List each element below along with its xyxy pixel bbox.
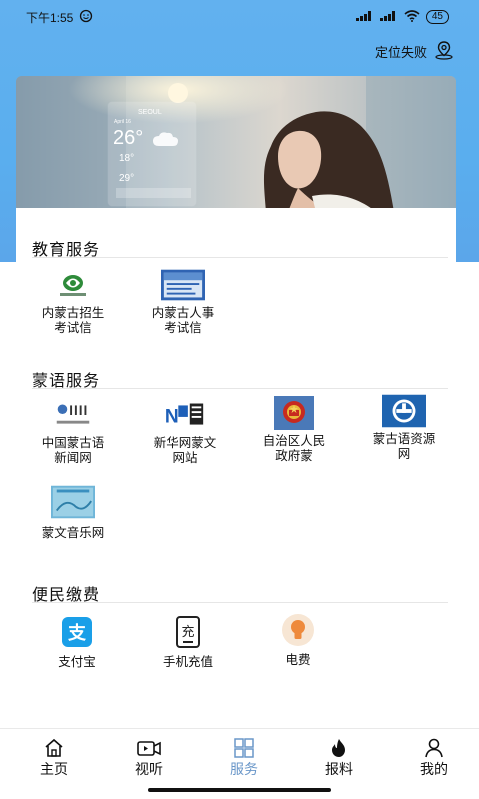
svg-text:充: 充 bbox=[182, 624, 195, 640]
service-label: 内蒙古人事考试信 bbox=[151, 306, 215, 335]
person-icon bbox=[404, 737, 464, 759]
divider bbox=[32, 388, 448, 389]
status-time: 下午1:55 bbox=[26, 10, 74, 25]
mongol-news-logo-icon bbox=[51, 399, 95, 431]
nmg-exam-logo-icon bbox=[51, 270, 95, 300]
signal-hd-icon bbox=[379, 10, 398, 24]
service-electricity[interactable]: 电费 bbox=[253, 613, 343, 668]
banner-illustration: SEOUL April 16 26° 18° 29° bbox=[16, 76, 456, 212]
wifi-icon bbox=[404, 9, 420, 25]
mongol-resource-logo-icon bbox=[382, 394, 426, 428]
service-nmg-hr-exam[interactable]: 内蒙古人事考试信 bbox=[138, 269, 228, 336]
banner-city: SEOUL bbox=[138, 109, 162, 116]
service-label: 蒙文音乐网 bbox=[41, 526, 105, 540]
video-icon bbox=[119, 737, 179, 759]
tab-label: 服务 bbox=[230, 761, 258, 777]
nmg-hr-exam-logo-icon bbox=[161, 269, 205, 301]
tab-label: 报料 bbox=[325, 761, 353, 777]
service-label: 中国蒙古语新闻网 bbox=[41, 436, 105, 465]
banner-temp-main: 26° bbox=[113, 127, 143, 149]
face-notification-icon bbox=[79, 9, 93, 26]
service-phone-recharge[interactable]: 充 手机充值 bbox=[143, 615, 233, 670]
service-regional-gov[interactable]: 自治区人民政府蒙 bbox=[249, 396, 339, 464]
home-indicator[interactable] bbox=[148, 788, 331, 792]
service-label: 支付宝 bbox=[58, 655, 96, 669]
service-label: 自治区人民政府蒙 bbox=[262, 434, 326, 463]
electricity-bulb-icon bbox=[276, 613, 320, 647]
tab-label: 视听 bbox=[135, 761, 163, 777]
location-pin-icon bbox=[433, 40, 455, 63]
alipay-icon: 支 bbox=[55, 615, 99, 649]
tab-label: 主页 bbox=[40, 761, 68, 777]
tab-home[interactable]: 主页 bbox=[24, 737, 84, 779]
location-label: 定位失败 bbox=[374, 45, 427, 60]
service-label: 新华网蒙文网站 bbox=[153, 436, 217, 465]
banner-temp-b: 29° bbox=[119, 173, 134, 184]
banner-temp-a: 18° bbox=[119, 153, 134, 164]
mongol-music-logo-icon bbox=[51, 484, 95, 520]
service-label: 手机充值 bbox=[162, 655, 213, 669]
tab-report[interactable]: 报料 bbox=[309, 737, 369, 779]
national-emblem-icon bbox=[272, 396, 316, 430]
service-mongol-resource[interactable]: 蒙古语资源网 bbox=[359, 394, 449, 462]
grid-icon bbox=[214, 737, 274, 759]
service-xinhua-news[interactable]: N 新华网蒙文网站 bbox=[140, 399, 230, 466]
svg-text:支: 支 bbox=[67, 622, 87, 644]
svg-text:N: N bbox=[165, 407, 179, 428]
home-icon bbox=[24, 737, 84, 759]
tab-services[interactable]: 服务 bbox=[214, 737, 274, 779]
service-mongol-news[interactable]: 中国蒙古语新闻网 bbox=[28, 399, 118, 466]
service-label: 蒙古语资源网 bbox=[372, 432, 436, 461]
xinhua-news-logo-icon: N bbox=[163, 399, 207, 431]
service-mongol-music[interactable]: 蒙文音乐网 bbox=[28, 484, 118, 541]
divider bbox=[32, 257, 448, 258]
fire-icon bbox=[309, 737, 369, 759]
location-status[interactable]: 定位失败 bbox=[375, 40, 455, 63]
banner-image[interactable]: SEOUL April 16 26° 18° 29° bbox=[16, 76, 456, 212]
banner-date: April 16 bbox=[114, 119, 131, 125]
status-bar: 下午1:55 45 bbox=[0, 0, 479, 34]
service-alipay[interactable]: 支 支付宝 bbox=[32, 615, 122, 670]
tab-video[interactable]: 视听 bbox=[119, 737, 179, 779]
service-nmg-exam[interactable]: 内蒙古招生考试信 bbox=[28, 270, 118, 336]
phone-recharge-icon: 充 bbox=[166, 615, 210, 649]
divider bbox=[32, 602, 448, 603]
battery-indicator: 45 bbox=[425, 10, 449, 24]
tab-profile[interactable]: 我的 bbox=[404, 737, 464, 779]
signal-icon bbox=[355, 10, 374, 24]
tab-label: 我的 bbox=[420, 761, 448, 777]
screen: 下午1:55 45 定位失败 SEOUL April 16 26° 18° 29… bbox=[0, 0, 479, 799]
service-label: 电费 bbox=[285, 653, 311, 667]
service-label: 内蒙古招生考试信 bbox=[41, 306, 105, 335]
